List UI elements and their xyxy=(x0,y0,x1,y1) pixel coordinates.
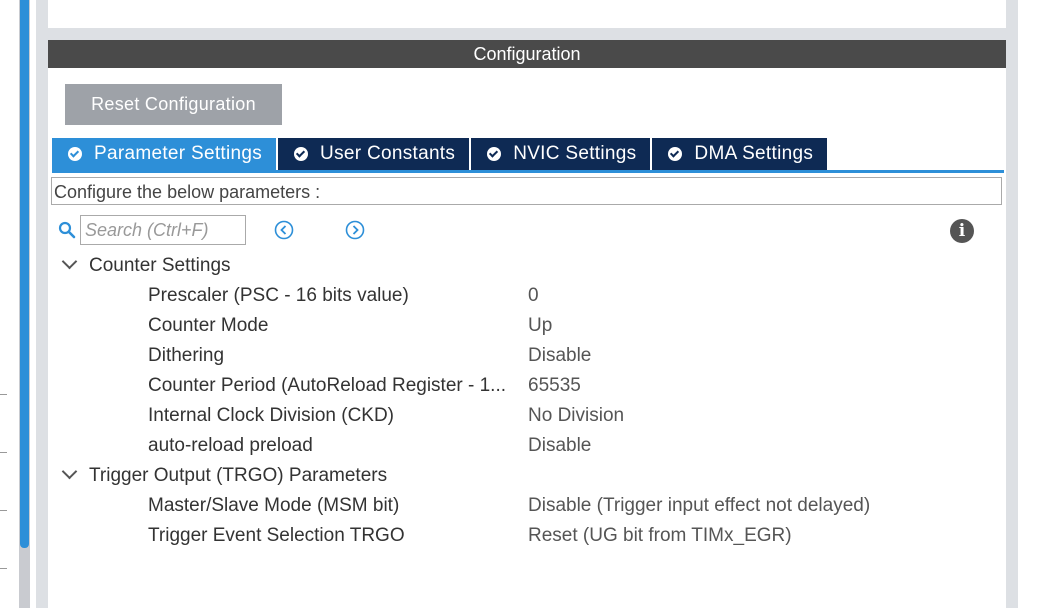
check-circle-icon xyxy=(668,147,683,161)
circle-chevron-left-icon[interactable] xyxy=(274,220,294,240)
check-circle-icon xyxy=(294,147,309,161)
tab-label: User Constants xyxy=(320,143,456,164)
panel-frame-right xyxy=(1006,0,1018,608)
reset-configuration-button[interactable]: Reset Configuration xyxy=(65,84,282,125)
info-icon[interactable]: i xyxy=(950,219,974,243)
param-value[interactable]: 65535 xyxy=(528,371,581,401)
configuration-header: Configuration xyxy=(48,40,1006,68)
group-counter-settings[interactable]: Counter Settings xyxy=(60,251,231,281)
panel-frame-left xyxy=(36,0,48,608)
chevron-down-icon[interactable] xyxy=(61,463,78,480)
left-scrollbar-thumb[interactable] xyxy=(20,0,29,548)
param-name[interactable]: Master/Slave Mode (MSM bit) xyxy=(148,491,399,521)
tab-underline xyxy=(52,170,1004,173)
panel-separator xyxy=(48,28,1006,40)
param-value[interactable]: No Division xyxy=(528,401,624,431)
search-icon[interactable] xyxy=(58,221,76,239)
param-value[interactable]: Reset (UG bit from TIMx_EGR) xyxy=(528,521,792,551)
param-name[interactable]: Counter Period (AutoReload Register - 1.… xyxy=(148,371,506,401)
tab-dma-settings[interactable]: DMA Settings xyxy=(652,138,828,170)
param-value[interactable]: Disable xyxy=(528,431,591,461)
right-edge xyxy=(1018,0,1038,608)
group-label: Trigger Output (TRGO) Parameters xyxy=(89,465,388,486)
tab-bar: Parameter Settings User Constants NVIC S… xyxy=(52,138,829,170)
param-name[interactable]: auto-reload preload xyxy=(148,431,313,461)
tab-label: DMA Settings xyxy=(694,143,814,164)
param-name[interactable]: Trigger Event Selection TRGO xyxy=(148,521,405,551)
search-input[interactable] xyxy=(80,215,246,245)
group-label: Counter Settings xyxy=(89,255,231,276)
ruler-tick xyxy=(0,394,7,395)
tab-user-constants[interactable]: User Constants xyxy=(278,138,470,170)
group-trigger-output[interactable]: Trigger Output (TRGO) Parameters xyxy=(60,461,387,491)
param-name[interactable]: Counter Mode xyxy=(148,311,268,341)
circle-chevron-right-icon[interactable] xyxy=(345,220,365,240)
upper-panel xyxy=(48,0,1006,28)
param-value[interactable]: 0 xyxy=(528,281,539,311)
param-name[interactable]: Internal Clock Division (CKD) xyxy=(148,401,394,431)
param-value[interactable]: Disable (Trigger input effect not delaye… xyxy=(528,491,870,521)
left-gutter xyxy=(0,0,36,608)
tab-label: Parameter Settings xyxy=(94,143,263,164)
param-name[interactable]: Prescaler (PSC - 16 bits value) xyxy=(148,281,409,311)
tab-nvic-settings[interactable]: NVIC Settings xyxy=(471,138,651,170)
param-name[interactable]: Dithering xyxy=(148,341,224,371)
ruler-tick xyxy=(0,568,7,569)
chevron-down-icon[interactable] xyxy=(61,253,78,270)
ruler-tick xyxy=(0,510,7,511)
check-circle-icon xyxy=(68,147,82,161)
tab-parameter-settings[interactable]: Parameter Settings xyxy=(52,138,277,170)
parameters-description: Configure the below parameters : xyxy=(51,177,1002,205)
ruler-tick xyxy=(0,452,7,453)
param-value[interactable]: Disable xyxy=(528,341,591,371)
check-circle-icon xyxy=(487,147,502,161)
param-value[interactable]: Up xyxy=(528,311,552,341)
tab-label: NVIC Settings xyxy=(513,143,637,164)
